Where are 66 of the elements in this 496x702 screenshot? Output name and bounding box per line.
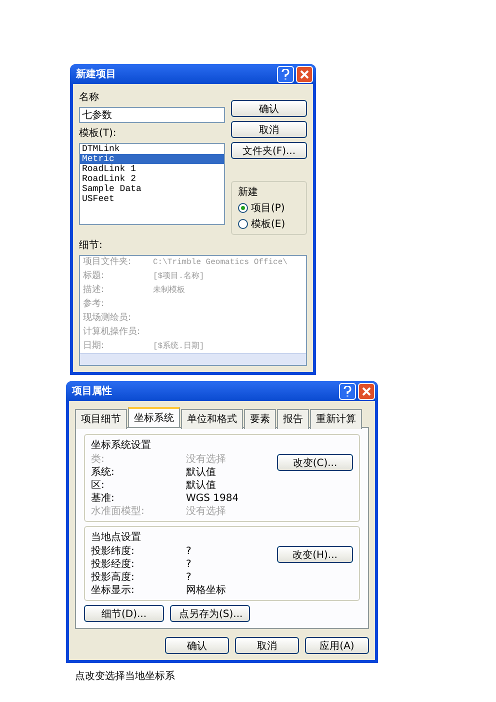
setting-value: ? — [186, 572, 192, 584]
name-label: 名称 — [79, 91, 100, 104]
template-label: 模板(T): — [79, 126, 118, 140]
detail-value: 未制模板 — [153, 285, 186, 296]
setting-label: 系统: — [91, 467, 116, 479]
group-title: 坐标系统设置 — [91, 438, 152, 452]
tab[interactable]: 报告 — [277, 409, 309, 429]
setting-value: 网格坐标 — [186, 585, 227, 597]
dialog-button[interactable]: 取消 — [231, 121, 307, 138]
radio-label: 项目(P) — [251, 202, 285, 215]
setting-label: 投影纬度: — [91, 546, 136, 558]
template-item[interactable]: DTMLink — [80, 144, 224, 154]
radio-option[interactable]: 模板(E) — [238, 217, 300, 231]
dialog-button[interactable]: 应用(A) — [305, 637, 369, 654]
template-list[interactable]: DTMLink Metric RoadLink 1 RoadLink 2 Sample Data USFeet — [79, 143, 225, 225]
details-label: 细节: — [79, 238, 104, 252]
detail-label: 现场测绘员: — [83, 313, 132, 324]
dialog-button[interactable]: 取消 — [235, 637, 299, 654]
setting-value: 没有选择 — [186, 506, 227, 518]
panel-button[interactable]: 细节(D)... — [84, 605, 164, 622]
detail-label: 标题: — [83, 271, 106, 282]
setting-label: 类: — [91, 454, 106, 466]
detail-label: 日期: — [83, 341, 106, 352]
radio-option[interactable]: 项目(P) — [238, 201, 300, 215]
template-item[interactable]: RoadLink 2 — [80, 174, 224, 184]
setting-label: 投影经度: — [91, 559, 136, 571]
dialog-button[interactable]: 确认 — [231, 100, 307, 117]
window-title: 新建项目 — [76, 67, 117, 81]
template-item[interactable]: RoadLink 1 — [80, 164, 224, 174]
change-button[interactable]: 改变(H)... — [277, 546, 353, 563]
template-item[interactable]: Metric — [80, 154, 224, 164]
tab[interactable]: 单位和格式 — [181, 409, 243, 429]
panel-button[interactable]: 点另存为(S)... — [170, 605, 250, 622]
setting-value: 默认值 — [186, 467, 217, 479]
detail-label: 参考: — [83, 299, 106, 310]
change-button[interactable]: 改变(C)... — [277, 454, 353, 471]
setting-value: 没有选择 — [186, 454, 227, 466]
tab[interactable]: 项目细节 — [75, 409, 127, 429]
detail-label: 项目文件夹: — [83, 257, 132, 268]
radio-label: 模板(E) — [251, 218, 286, 231]
detail-label: 描述: — [83, 285, 106, 296]
name-field[interactable]: 七参数 — [79, 107, 225, 123]
setting-label: 基准: — [91, 493, 116, 505]
dialog-button[interactable]: 文件夹(F)... — [231, 142, 307, 159]
setting-label: 投影高度: — [91, 572, 136, 584]
tab[interactable]: 重新计算 — [310, 409, 362, 429]
template-item[interactable]: Sample Data — [80, 184, 224, 194]
detail-value: [$项目.名称] — [153, 271, 206, 282]
setting-value: WGS 1984 — [186, 493, 240, 505]
window-title: 项目属性 — [72, 384, 113, 398]
group-title: 当地点设置 — [91, 530, 142, 544]
tab[interactable]: 坐标系统 — [128, 407, 180, 427]
detail-value: C:\Trimble Geomatics Office\ — [153, 257, 288, 268]
group-title: 新建 — [238, 186, 259, 199]
detail-label: 计算机操作员: — [83, 327, 142, 338]
caption: 点改变选择当地坐标系 — [75, 670, 176, 683]
tab[interactable]: 要素 — [244, 409, 276, 429]
dialog-button[interactable]: 确认 — [165, 637, 229, 654]
setting-label: 坐标显示: — [91, 585, 136, 597]
template-item[interactable]: USFeet — [80, 194, 224, 204]
setting-value: 默认值 — [186, 480, 217, 492]
setting-label: 水准面模型: — [91, 506, 146, 518]
setting-value: ? — [186, 546, 192, 558]
setting-value: ? — [186, 559, 192, 571]
detail-value: [$系统.日期] — [153, 341, 206, 352]
setting-label: 区: — [91, 480, 106, 492]
